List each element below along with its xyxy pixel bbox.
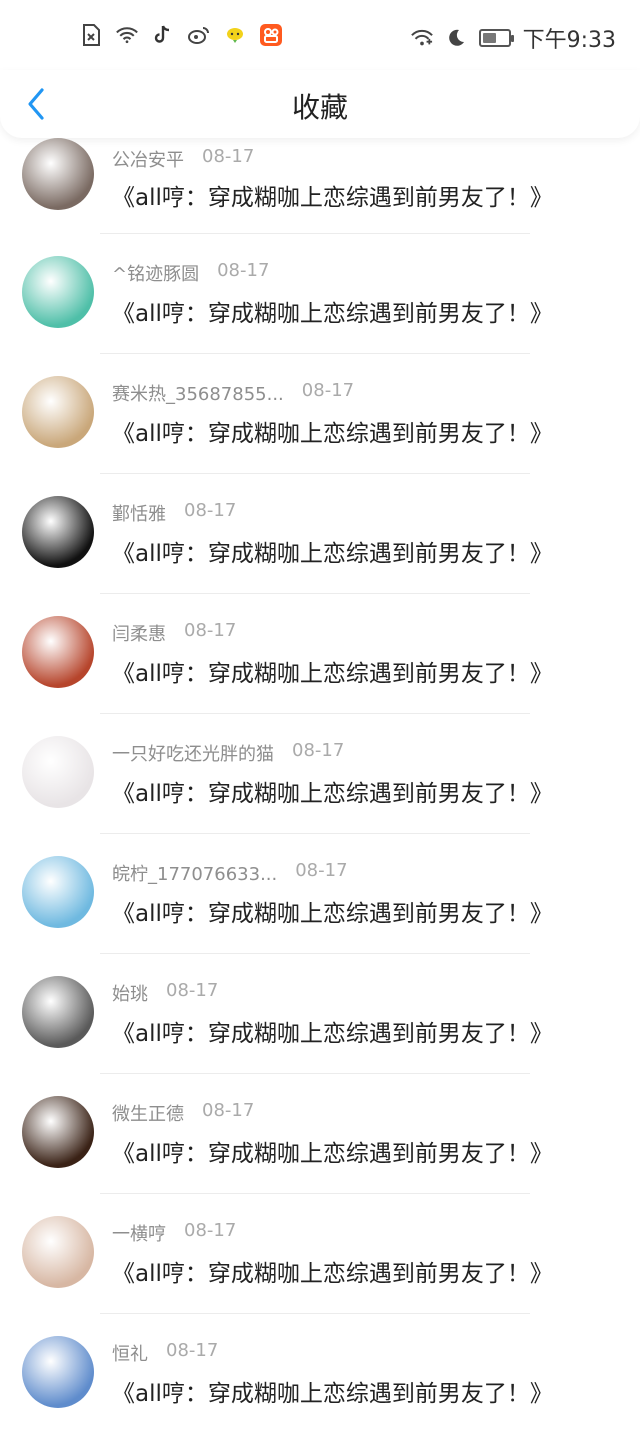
battery-level [482,33,496,43]
wifi-plus-icon [410,25,433,51]
item-date: 08-17 [166,1340,219,1361]
list-item[interactable]: 赛米热_35687855... 08-17 《all哼：穿成糊咖上恋综遇到前男友了！… [0,354,640,474]
item-date: 08-17 [292,740,345,761]
list-item[interactable]: 一横哼 08-17 《all哼：穿成糊咖上恋综遇到前男友了！》 [0,1194,640,1314]
app-header: 收藏 [0,70,640,138]
item-title[interactable]: 《all哼：穿成糊咖上恋综遇到前男友了！》 [112,894,553,928]
item-date: 08-17 [184,620,237,641]
user-name[interactable]: 赛米热_35687855... [112,380,284,406]
list-item[interactable]: ^铭迹豚圆 08-17 《all哼：穿成糊咖上恋综遇到前男友了！》 [0,234,640,354]
user-name[interactable]: 一横哼 [112,1220,166,1246]
chat-bubble-icon [224,22,246,48]
favorites-list: 公冶安平 08-17 《all哼：穿成糊咖上恋综遇到前男友了！》 ^铭迹豚圆 08-17… [0,138,640,1434]
avatar[interactable] [22,736,94,808]
item-date: 08-17 [301,380,355,401]
item-date: 08-17 [217,260,270,281]
user-name[interactable]: 恒礼 [112,1340,148,1366]
avatar[interactable] [22,256,94,328]
list-item[interactable]: 鄞恬雅 08-17 《all哼：穿成糊咖上恋综遇到前男友了！》 [0,474,640,594]
avatar[interactable] [22,856,94,928]
item-title[interactable]: 《all哼：穿成糊咖上恋综遇到前男友了！》 [112,534,553,568]
item-title[interactable]: 《all哼：穿成糊咖上恋综遇到前男友了！》 [112,654,553,688]
page-title: 收藏 [291,91,348,124]
avatar[interactable] [22,376,94,448]
tiktok-icon [152,22,174,48]
item-meta: ^铭迹豚圆 08-17 [112,260,269,286]
item-meta: 公冶安平 08-17 [112,146,254,172]
avatar[interactable] [22,616,94,688]
avatar[interactable] [22,496,94,568]
item-title[interactable]: 《all哼：穿成糊咖上恋综遇到前男友了！》 [112,294,553,328]
status-right-icons: 下午9:33 [410,22,616,54]
status-bar: 下午9:33 [0,0,640,72]
list-item[interactable]: 恒礼 08-17 《all哼：穿成糊咖上恋综遇到前男友了！》 [0,1314,640,1434]
list-item[interactable]: 一只好吃还光胖的猫 08-17 《all哼：穿成糊咖上恋综遇到前男友了！》 [0,714,640,834]
item-date: 08-17 [202,146,255,167]
list-item[interactable]: 始珧 08-17 《all哼：穿成糊咖上恋综遇到前男友了！》 [0,954,640,1074]
wifi-icon [116,22,138,48]
item-date: 08-17 [184,1220,237,1241]
list-item[interactable]: 闫柔惠 08-17 《all哼：穿成糊咖上恋综遇到前男友了！》 [0,594,640,714]
item-title[interactable]: 《all哼：穿成糊咖上恋综遇到前男友了！》 [112,178,553,212]
user-name[interactable]: 一只好吃还光胖的猫 [112,740,274,766]
item-title[interactable]: 《all哼：穿成糊咖上恋综遇到前男友了！》 [112,1134,553,1168]
item-meta: 赛米热_35687855... 08-17 [112,380,354,406]
user-name[interactable]: ^铭迹豚圆 [112,260,199,286]
item-meta: 始珧 08-17 [112,980,218,1006]
avatar[interactable] [22,138,94,210]
item-date: 08-17 [166,980,219,1001]
kuaishou-icon [260,22,282,48]
item-date: 08-17 [184,500,237,521]
user-name[interactable]: 微生正德 [112,1100,184,1126]
avatar[interactable] [22,976,94,1048]
item-meta: 皖柠_177076633... 08-17 [112,860,348,886]
item-meta: 闫柔惠 08-17 [112,620,236,646]
item-meta: 一横哼 08-17 [112,1220,236,1246]
item-title[interactable]: 《all哼：穿成糊咖上恋综遇到前男友了！》 [112,1254,553,1288]
item-meta: 一只好吃还光胖的猫 08-17 [112,740,344,766]
status-left-icons [80,22,282,48]
item-meta: 微生正德 08-17 [112,1100,254,1126]
item-title[interactable]: 《all哼：穿成糊咖上恋综遇到前男友了！》 [112,1374,553,1408]
item-date: 08-17 [295,860,348,881]
avatar[interactable] [22,1096,94,1168]
item-title[interactable]: 《all哼：穿成糊咖上恋综遇到前男友了！》 [112,1014,553,1048]
battery-icon [478,29,514,47]
moon-icon [445,25,467,51]
user-name[interactable]: 闫柔惠 [112,620,166,646]
user-name[interactable]: 公冶安平 [112,146,184,172]
user-name[interactable]: 皖柠_177076633... [112,860,277,886]
item-date: 08-17 [202,1100,255,1121]
list-item[interactable]: 公冶安平 08-17 《all哼：穿成糊咖上恋综遇到前男友了！》 [0,138,640,234]
item-meta: 鄞恬雅 08-17 [112,500,236,526]
status-time: 下午9:33 [522,28,616,53]
list-item[interactable]: 皖柠_177076633... 08-17 《all哼：穿成糊咖上恋综遇到前男友了！… [0,834,640,954]
avatar[interactable] [22,1216,94,1288]
weibo-icon [188,22,210,48]
user-name[interactable]: 始珧 [112,980,148,1006]
avatar[interactable] [22,1336,94,1408]
user-name[interactable]: 鄞恬雅 [112,500,166,526]
sim-off-icon [80,22,102,48]
item-title[interactable]: 《all哼：穿成糊咖上恋综遇到前男友了！》 [112,414,553,448]
item-title[interactable]: 《all哼：穿成糊咖上恋综遇到前男友了！》 [112,774,553,808]
item-meta: 恒礼 08-17 [112,1340,218,1366]
list-item[interactable]: 微生正德 08-17 《all哼：穿成糊咖上恋综遇到前男友了！》 [0,1074,640,1194]
